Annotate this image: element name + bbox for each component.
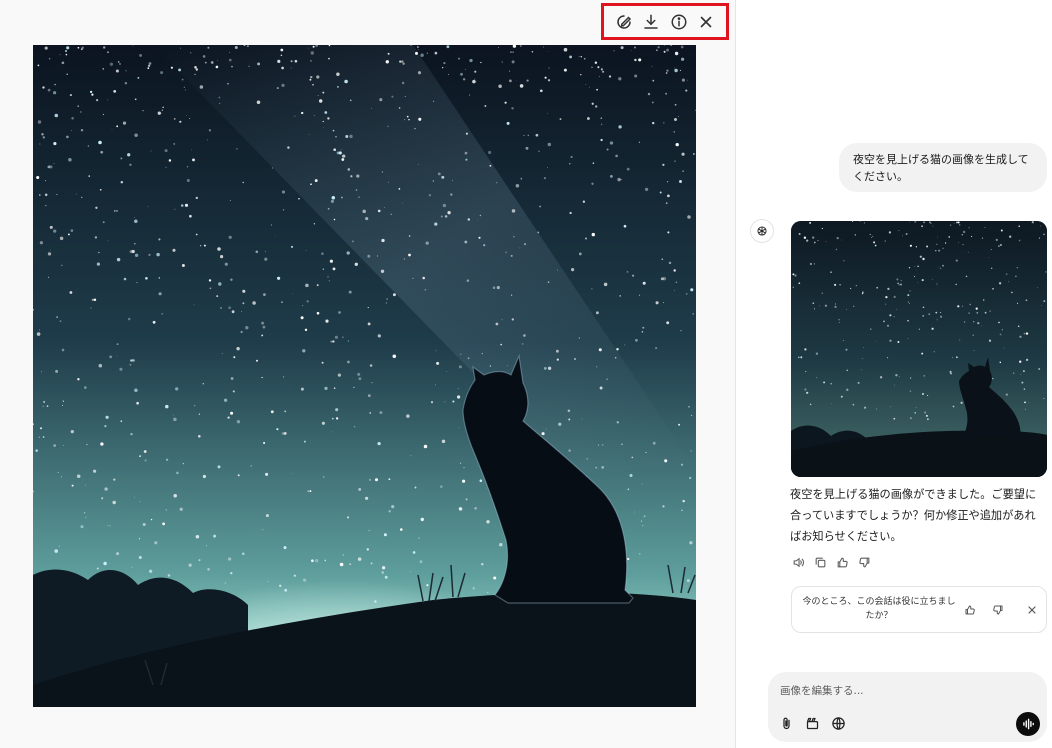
clapperboard-icon — [806, 717, 818, 729]
feedback-question: 今のところ、この会話は役に立ちましたか？ — [802, 597, 956, 621]
voice-waveform-icon — [1023, 718, 1034, 730]
user-message: 夜空を見上げる猫の画像を生成してください。 — [839, 143, 1047, 192]
thumbs-down-icon — [993, 605, 1003, 615]
starry-night-cat-image — [33, 45, 696, 707]
good-response-button[interactable] — [834, 554, 850, 570]
thumbnail-image — [791, 221, 1047, 477]
edit-image-icon — [617, 14, 631, 29]
close-icon — [1028, 606, 1036, 614]
edit-image-input[interactable] — [780, 682, 1030, 700]
edit-image-button[interactable] — [613, 11, 635, 33]
thumbs-down-icon — [858, 557, 869, 567]
feedback-thumbs-up-button[interactable] — [962, 602, 978, 618]
assistant-message: 夜空を見上げる猫の画像ができました。ご要望に合っていますでしょうか？何か修正や追… — [790, 488, 1037, 543]
copy-button[interactable] — [812, 554, 828, 570]
viewer-toolbar — [601, 3, 729, 40]
globe-icon — [831, 716, 845, 730]
attach-button[interactable] — [776, 713, 796, 733]
generated-image — [33, 45, 696, 707]
message-composer — [768, 672, 1047, 742]
feedback-close-button[interactable] — [1024, 602, 1040, 618]
feedback-card: 今のところ、この会話は役に立ちましたか？ — [791, 586, 1047, 633]
download-icon — [644, 14, 658, 29]
chat-panel: 夜空を見上げる猫の画像を生成してください。 夜空を見上げる猫の画像ができました。… — [736, 0, 1052, 748]
chatgpt-logo-icon — [757, 226, 767, 236]
message-actions — [790, 554, 872, 570]
read-aloud-button[interactable] — [790, 554, 806, 570]
thumbs-up-icon — [965, 605, 975, 615]
tools-button[interactable] — [802, 713, 822, 733]
generated-image-thumbnail[interactable] — [791, 221, 1047, 477]
assistant-avatar — [750, 219, 774, 243]
copy-icon — [815, 557, 825, 567]
download-button[interactable] — [640, 11, 662, 33]
feedback-thumbs-down-button[interactable] — [990, 602, 1006, 618]
image-viewer — [0, 0, 735, 748]
close-icon — [700, 16, 712, 27]
app-window: 夜空を見上げる猫の画像を生成してください。 夜空を見上げる猫の画像ができました。… — [0, 0, 1052, 748]
voice-mode-button[interactable] — [1016, 712, 1040, 736]
read-aloud-icon — [793, 557, 804, 567]
thumbs-up-icon — [837, 557, 848, 567]
info-icon — [671, 14, 687, 29]
bad-response-button[interactable] — [856, 554, 872, 570]
paperclip-icon — [782, 717, 790, 729]
web-search-button[interactable] — [828, 713, 848, 733]
info-button[interactable] — [668, 11, 690, 33]
close-viewer-button[interactable] — [695, 11, 717, 33]
